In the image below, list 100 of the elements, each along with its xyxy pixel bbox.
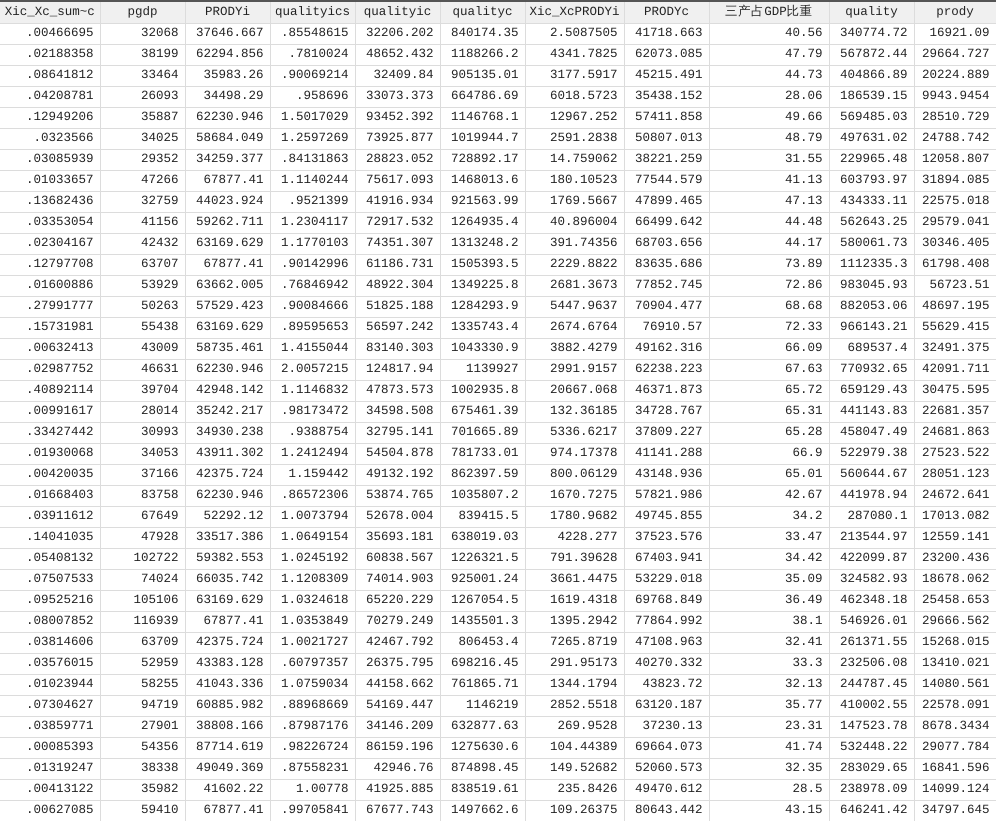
table-cell: .08641812 (0, 65, 100, 86)
table-cell: 1.1140244 (270, 170, 355, 191)
table-cell: 781733.01 (440, 443, 525, 464)
table-cell: .87987176 (270, 716, 355, 737)
column-header[interactable]: prody (914, 1, 996, 23)
table-cell: 874898.45 (440, 758, 525, 779)
table-cell: 63662.005 (185, 275, 270, 296)
table-cell: 67877.41 (185, 170, 270, 191)
column-header[interactable]: Xic_Xc_sum~c (0, 1, 100, 23)
table-cell: 34728.767 (624, 401, 709, 422)
table-cell: 33464 (100, 65, 185, 86)
table-cell: .90069214 (270, 65, 355, 86)
table-cell: 180.10523 (525, 170, 624, 191)
column-header[interactable]: qualityc (440, 1, 525, 23)
table-cell: 59382.553 (185, 548, 270, 569)
table-cell: 638019.03 (440, 527, 525, 548)
table-cell: 65.01 (709, 464, 829, 485)
table-cell: .98173472 (270, 401, 355, 422)
table-cell: 1349225.8 (440, 275, 525, 296)
table-cell: 1.0245192 (270, 548, 355, 569)
table-cell: 324582.93 (829, 569, 914, 590)
table-cell: 54504.878 (355, 443, 440, 464)
table-cell: 50263 (100, 296, 185, 317)
table-cell: 54169.447 (355, 695, 440, 716)
table-cell: 1335743.4 (440, 317, 525, 338)
table-cell: 63169.629 (185, 233, 270, 254)
column-header[interactable]: 三产占GDP比重 (709, 1, 829, 23)
table-cell: 23.31 (709, 716, 829, 737)
table-cell: 37646.667 (185, 23, 270, 44)
table-cell: 2229.8822 (525, 254, 624, 275)
table-cell: .03576015 (0, 653, 100, 674)
column-header[interactable]: qualityic (355, 1, 440, 23)
table-cell: 66499.642 (624, 212, 709, 233)
table-cell: 72917.532 (355, 212, 440, 233)
table-cell: 562643.25 (829, 212, 914, 233)
table-cell: 1.00778 (270, 779, 355, 800)
table-cell: .7810024 (270, 44, 355, 65)
table-cell: 44.48 (709, 212, 829, 233)
table-cell: .9388754 (270, 422, 355, 443)
table-cell: 62230.946 (185, 107, 270, 128)
table-cell: 105106 (100, 590, 185, 611)
table-cell: 47873.573 (355, 380, 440, 401)
table-cell: 1.159442 (270, 464, 355, 485)
table-cell: 238978.09 (829, 779, 914, 800)
table-cell: .76846942 (270, 275, 355, 296)
table-cell: 28.5 (709, 779, 829, 800)
table-cell: 47.13 (709, 191, 829, 212)
table-cell: 422099.87 (829, 548, 914, 569)
column-header[interactable]: Xic_XcPRODYi (525, 1, 624, 23)
column-header[interactable]: quality (829, 1, 914, 23)
table-cell: 1780.9682 (525, 506, 624, 527)
table-cell: 32068 (100, 23, 185, 44)
table-cell: 74351.307 (355, 233, 440, 254)
table-cell: 1.2597269 (270, 128, 355, 149)
table-cell: 41602.22 (185, 779, 270, 800)
column-header[interactable]: pgdp (100, 1, 185, 23)
table-cell: .84131863 (270, 149, 355, 170)
table-cell: 44.73 (709, 65, 829, 86)
table-cell: .03353054 (0, 212, 100, 233)
table-cell: 102722 (100, 548, 185, 569)
table-cell: 2681.3673 (525, 275, 624, 296)
table-cell: 35438.152 (624, 86, 709, 107)
column-header[interactable]: PRODYc (624, 1, 709, 23)
table-cell: 87714.619 (185, 737, 270, 758)
table-cell: .01668403 (0, 485, 100, 506)
table-cell: 68703.656 (624, 233, 709, 254)
table-cell: .07507533 (0, 569, 100, 590)
column-header[interactable]: PRODYi (185, 1, 270, 23)
table-cell: 63707 (100, 254, 185, 275)
table-cell: 2674.6764 (525, 317, 624, 338)
table-cell: 62294.856 (185, 44, 270, 65)
table-cell: 560644.67 (829, 464, 914, 485)
table-cell: 1146219 (440, 695, 525, 716)
table-cell: 838519.61 (440, 779, 525, 800)
table-cell: 34053 (100, 443, 185, 464)
table-cell: 33073.373 (355, 86, 440, 107)
table-cell: 41916.934 (355, 191, 440, 212)
table-cell: 1313248.2 (440, 233, 525, 254)
table-cell: 45215.491 (624, 65, 709, 86)
table-cell: 4228.277 (525, 527, 624, 548)
table-cell: 47108.963 (624, 632, 709, 653)
table-cell: 38199 (100, 44, 185, 65)
table-cell: 35982 (100, 779, 185, 800)
table-cell: .86572306 (270, 485, 355, 506)
table-cell: 728892.17 (440, 149, 525, 170)
table-cell: 58735.461 (185, 338, 270, 359)
table-cell: 1619.4318 (525, 590, 624, 611)
table-cell: 51825.188 (355, 296, 440, 317)
table-cell: 1.1146832 (270, 380, 355, 401)
table-cell: 862397.59 (440, 464, 525, 485)
table-cell: 41141.288 (624, 443, 709, 464)
table-cell: 1.0324618 (270, 590, 355, 611)
table-cell: 34.2 (709, 506, 829, 527)
table-cell: .00466695 (0, 23, 100, 44)
table-cell: 1435501.3 (440, 611, 525, 632)
table-cell: 132.36185 (525, 401, 624, 422)
table-cell: 580061.73 (829, 233, 914, 254)
table-cell: 229965.48 (829, 149, 914, 170)
column-header[interactable]: qualityics (270, 1, 355, 23)
table-cell: 283029.65 (829, 758, 914, 779)
